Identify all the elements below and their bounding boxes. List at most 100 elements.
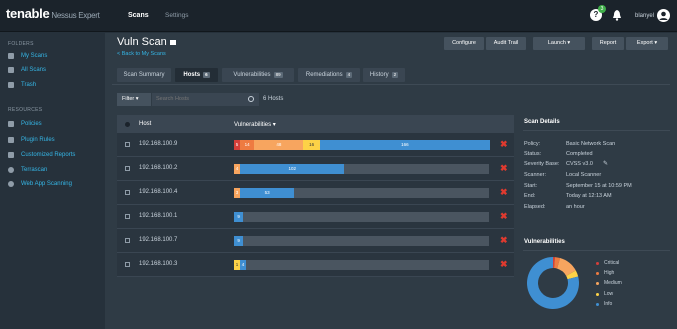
shield-icon xyxy=(8,121,14,127)
back-link[interactable]: < Back to My Scans xyxy=(117,51,166,57)
row-checkbox[interactable] xyxy=(125,190,130,195)
bar-segment-low[interactable]: 16 xyxy=(303,140,320,150)
legend-dot xyxy=(596,261,599,265)
row-checkbox[interactable] xyxy=(125,142,130,147)
row-checkbox[interactable] xyxy=(125,262,130,267)
resources-heading: RESOURCES xyxy=(8,107,43,113)
sidebar-item-trash[interactable]: Trash xyxy=(8,80,36,90)
legend-dot xyxy=(596,302,599,306)
legend-item-medium[interactable]: Medium xyxy=(596,280,622,286)
brand-logo[interactable]: tenable Nessus Expert xyxy=(6,6,100,21)
table-row[interactable]: 192.168.100.2 4 102 ✖ xyxy=(117,157,514,181)
launch-button[interactable]: Launch ▾ xyxy=(533,37,585,50)
vulnerability-bar[interactable]: 9 xyxy=(234,236,489,246)
table-header: Host Vulnerabilities ▾ xyxy=(117,115,514,133)
table-row[interactable]: 192.168.100.3 1 4 ✖ xyxy=(117,253,514,277)
detail-label: Policy: xyxy=(524,141,541,147)
vulnerability-bar[interactable]: 14 xyxy=(234,260,489,270)
sidebar-item-terrascan[interactable]: Terrascan xyxy=(8,165,47,175)
delete-host-icon[interactable]: ✖ xyxy=(500,187,508,198)
legend-item-low[interactable]: Low xyxy=(596,291,613,297)
host-name[interactable]: 192.168.100.2 xyxy=(139,165,177,171)
bar-segment-info[interactable]: 9 xyxy=(234,212,244,222)
export-button[interactable]: Export ▾ xyxy=(626,37,668,50)
tab-label: Vulnerabilities xyxy=(233,72,271,78)
detail-value: Completed xyxy=(566,151,593,157)
legend-item-critical[interactable]: Critical xyxy=(596,260,619,266)
tab-label: History xyxy=(369,72,389,78)
search-input[interactable] xyxy=(152,93,259,106)
vulnerability-bar[interactable]: 9 xyxy=(234,212,489,222)
sidebar-item-plugin-rules[interactable]: Plugin Rules xyxy=(8,135,55,145)
column-vulnerabilities[interactable]: Vulnerabilities ▾ xyxy=(234,121,276,128)
row-checkbox[interactable] xyxy=(125,238,130,243)
host-name[interactable]: 192.168.100.4 xyxy=(139,189,177,195)
brand-name: tenable xyxy=(6,6,50,21)
sidebar-item-label: Trash xyxy=(21,82,37,88)
legend-dot xyxy=(596,271,599,275)
trash-icon xyxy=(8,82,14,88)
vulnerability-bar[interactable]: 5 14 48 16 166 xyxy=(234,140,490,150)
table-row[interactable]: 192.168.100.7 9 ✖ xyxy=(117,229,514,253)
sidebar-item-my-scans[interactable]: My Scans xyxy=(8,51,47,61)
sidebar-item-web-app-scanning[interactable]: Web App Scanning xyxy=(8,179,72,189)
pencil-icon[interactable]: ✎ xyxy=(603,160,608,167)
bar-segment-medium[interactable]: 48 xyxy=(254,140,304,150)
delete-host-icon[interactable]: ✖ xyxy=(500,139,508,150)
tab-remediations[interactable]: Remediations 4 xyxy=(298,68,360,82)
bar-segment-info[interactable]: 4 xyxy=(240,260,246,270)
bar-segment-info[interactable]: 166 xyxy=(319,140,490,150)
brand-sub: Nessus Expert xyxy=(51,11,100,20)
table-row[interactable]: 192.168.100.9 5 14 48 16 166 ✖ xyxy=(117,133,514,157)
report-button[interactable]: Report xyxy=(592,37,624,50)
globe-icon xyxy=(8,181,14,187)
detail-value: an hour xyxy=(566,204,585,210)
user-name[interactable]: blanyel xyxy=(635,13,654,19)
delete-host-icon[interactable]: ✖ xyxy=(500,211,508,222)
edit-title-icon[interactable] xyxy=(169,39,176,45)
vulnerabilities-donut-chart xyxy=(527,257,579,309)
vulnerabilities-heading: Vulnerabilities xyxy=(524,239,565,245)
audit-trail-button[interactable]: Audit Trail xyxy=(486,37,526,50)
legend-label: High xyxy=(604,270,615,276)
sidebar-item-customized-reports[interactable]: Customized Reports xyxy=(8,150,75,160)
legend-item-high[interactable]: High xyxy=(596,270,614,276)
tab-history[interactable]: History 2 xyxy=(363,68,405,82)
tab-hosts[interactable]: Hosts 6 xyxy=(175,68,218,82)
tab-scan-summary[interactable]: Scan Summary xyxy=(117,68,171,82)
column-host[interactable]: Host xyxy=(139,121,151,127)
legend-item-info[interactable]: Info xyxy=(596,301,612,307)
table-row[interactable]: 192.168.100.1 9 ✖ xyxy=(117,205,514,229)
user-avatar-icon[interactable] xyxy=(657,9,670,22)
host-name[interactable]: 192.168.100.9 xyxy=(139,141,177,147)
folder-icon xyxy=(8,53,14,59)
sidebar-item-policies[interactable]: Policies xyxy=(8,119,42,129)
table-row[interactable]: 192.168.100.4 3 53 ✖ xyxy=(117,181,514,205)
bar-segment-high[interactable]: 14 xyxy=(240,140,255,150)
bar-segment-info[interactable]: 53 xyxy=(240,188,295,198)
host-name[interactable]: 192.168.100.1 xyxy=(139,213,177,219)
filter-button[interactable]: Filter ▾ xyxy=(117,93,151,106)
bar-segment-info[interactable]: 102 xyxy=(240,164,345,174)
nav-scans[interactable]: Scans xyxy=(128,12,149,19)
configure-button[interactable]: Configure xyxy=(444,37,484,50)
bell-icon[interactable] xyxy=(612,10,622,21)
vulnerability-bar[interactable]: 4 102 xyxy=(234,164,489,174)
delete-host-icon[interactable]: ✖ xyxy=(500,235,508,246)
vulnerability-bar[interactable]: 3 53 xyxy=(234,188,489,198)
tab-vulnerabilities[interactable]: Vulnerabilities 89 xyxy=(222,68,294,82)
host-name[interactable]: 192.168.100.7 xyxy=(139,237,177,243)
sidebar-item-label: Policies xyxy=(21,121,42,127)
delete-host-icon[interactable]: ✖ xyxy=(500,163,508,174)
bar-segment-info[interactable]: 9 xyxy=(234,236,244,246)
sidebar-item-all-scans[interactable]: All Scans xyxy=(8,65,46,75)
nav-settings[interactable]: Settings xyxy=(165,12,189,19)
row-checkbox[interactable] xyxy=(125,166,130,171)
host-name[interactable]: 192.168.100.3 xyxy=(139,261,177,267)
detail-label: Start: xyxy=(524,183,538,189)
search-icon[interactable] xyxy=(248,96,254,102)
delete-host-icon[interactable]: ✖ xyxy=(500,259,508,270)
top-bar: tenable Nessus Expert Scans Settings ? 3 … xyxy=(0,0,677,32)
select-all-checkbox[interactable] xyxy=(125,122,130,127)
row-checkbox[interactable] xyxy=(125,214,130,219)
